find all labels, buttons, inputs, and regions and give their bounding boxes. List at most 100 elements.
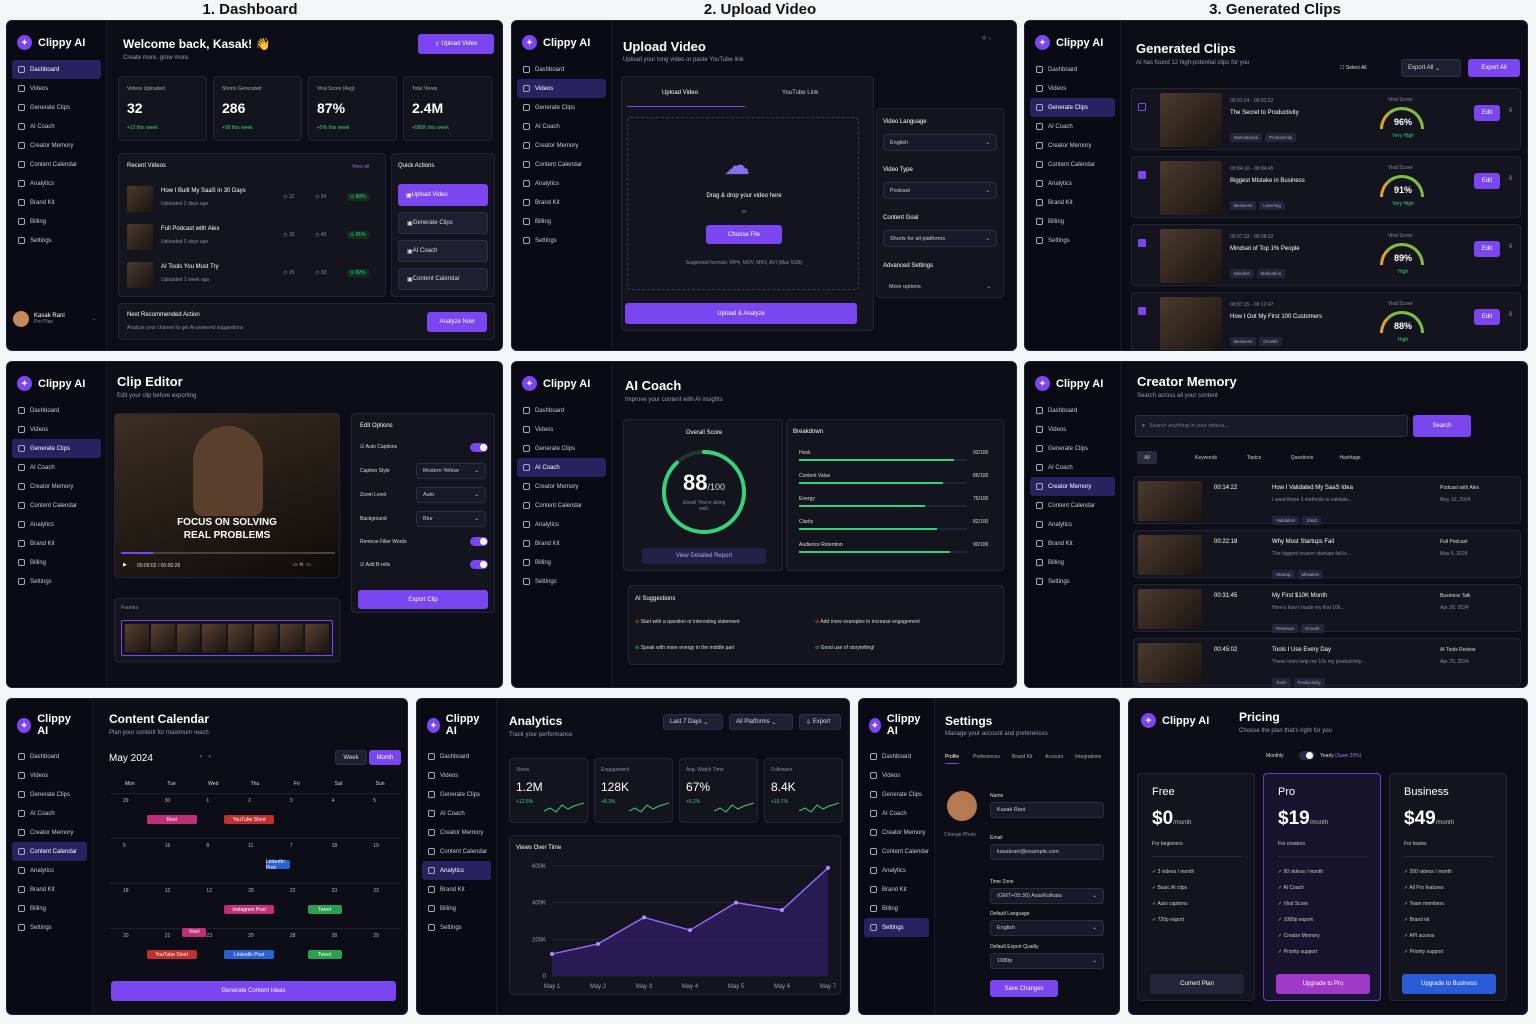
data-point[interactable] — [688, 928, 692, 933]
sidebar-item-dashboard[interactable]: Dashboard — [12, 747, 87, 766]
calendar-day[interactable]: 12 — [150, 883, 193, 928]
month-nav-icons[interactable]: ‹ › — [200, 754, 211, 760]
change-photo-link[interactable]: Change Photo — [944, 832, 976, 838]
event-youtube-short[interactable]: YouTube Short — [224, 815, 275, 824]
sidebar-item-creator-memory[interactable]: Creator Memory — [1030, 477, 1115, 496]
edit-button[interactable]: Edit — [1474, 241, 1500, 257]
calendar-day[interactable]: 8 — [192, 838, 235, 883]
data-point[interactable] — [826, 865, 830, 870]
sidebar-item-videos[interactable]: Videos — [12, 79, 101, 98]
filter-questions[interactable]: Questions — [1281, 451, 1323, 464]
sidebar-item-ai-coach[interactable]: AI Coach — [1030, 117, 1115, 136]
sidebar-item-ai-coach[interactable]: AI Coach — [422, 804, 491, 823]
sidebar-item-dashboard[interactable]: Dashboard — [864, 747, 929, 766]
user-card[interactable]: Kasak Rani Pro Plan ⌄ — [13, 311, 96, 327]
table-row[interactable]: AI Tools You Must Try Uploaded 1 week ago… — [127, 260, 379, 290]
sidebar-item-dashboard[interactable]: Dashboard — [517, 401, 606, 420]
data-point[interactable] — [550, 952, 554, 956]
sidebar-item-analytics[interactable]: Analytics — [1030, 515, 1115, 534]
calendar-day[interactable]: 3 — [275, 793, 318, 838]
memory-item[interactable]: 00:31:45 My First $10K Month Here's how I … — [1133, 584, 1521, 633]
video-language-select[interactable]: English ⌄ — [883, 134, 997, 151]
video-type-select[interactable]: Podcast ⌄ — [883, 182, 997, 199]
clip-checkbox[interactable] — [1138, 171, 1146, 179]
email-field[interactable]: kasakrani@example.com — [990, 844, 1104, 860]
sidebar-item-ai-coach[interactable]: AI Coach — [12, 804, 87, 823]
select-all[interactable]: ☐ Select All — [1340, 65, 1366, 71]
sidebar-item-creator-memory[interactable]: Creator Memory — [12, 136, 101, 155]
event-reel[interactable]: Reel — [182, 927, 207, 937]
sidebar-item-analytics[interactable]: Analytics — [517, 174, 606, 193]
sidebar-item-billing[interactable]: Billing — [422, 899, 491, 918]
sidebar-item-brand-kit[interactable]: Brand Kit — [12, 193, 101, 212]
sidebar-item-content-calendar[interactable]: Content Calendar — [517, 496, 606, 515]
sidebar-item-videos[interactable]: Videos — [422, 766, 491, 785]
sidebar-item-settings[interactable]: Settings — [1030, 572, 1115, 591]
sidebar-item-content-calendar[interactable]: Content Calendar — [12, 842, 87, 861]
clip-card[interactable]: 00:04:10 - 00:04:45 Biggest Mistake in Bu… — [1131, 156, 1521, 218]
sidebar-item-billing[interactable]: Billing — [517, 553, 606, 572]
upload-video-button[interactable]: ⇪ Upload Video — [418, 34, 494, 54]
sidebar-item-ai-coach[interactable]: AI Coach — [864, 804, 929, 823]
sidebar-item-brand-kit[interactable]: Brand Kit — [12, 534, 101, 553]
export-all-dropdown[interactable]: Export All ⌄ — [1401, 59, 1461, 77]
memory-item[interactable]: 00:14:22 How I Validated My SaaS Idea I us… — [1133, 476, 1521, 525]
tab-brand-kit[interactable]: Brand Kit — [1012, 754, 1033, 763]
clip-checkbox[interactable] — [1138, 103, 1146, 111]
sidebar-item-creator-memory[interactable]: Creator Memory — [517, 136, 606, 155]
caption-style-select[interactable]: Modern Yellow ⌄ — [416, 463, 486, 479]
sidebar-item-settings[interactable]: Settings — [12, 918, 87, 937]
sidebar-item-creator-memory[interactable]: Creator Memory — [422, 823, 491, 842]
plan-button-current-plan[interactable]: Current Plan — [1150, 974, 1244, 994]
upload-analyze-button[interactable]: Upload & Analyze — [625, 303, 857, 324]
frame-strip[interactable] — [121, 620, 333, 656]
download-icon[interactable]: ⇩ — [1508, 243, 1513, 250]
clip-checkbox[interactable] — [1138, 239, 1146, 247]
sidebar-item-brand-kit[interactable]: Brand Kit — [1030, 534, 1115, 553]
sidebar-item-settings[interactable]: Settings — [517, 231, 606, 250]
platform-dropdown[interactable]: All Platforms ⌄ — [729, 714, 793, 730]
search-input[interactable]: ⌕ Search anything in your videos... — [1135, 415, 1408, 437]
sidebar-item-dashboard[interactable]: Dashboard — [517, 60, 606, 79]
plan-button-upgrade-to-pro[interactable]: Upgrade to Pro — [1276, 974, 1370, 994]
sidebar-item-billing[interactable]: Billing — [1030, 553, 1115, 572]
auto-captions-toggle[interactable] — [470, 443, 488, 452]
download-icon[interactable]: ⇩ — [1508, 311, 1513, 318]
sidebar-item-settings[interactable]: Settings — [864, 918, 929, 937]
play-icon[interactable]: ▶ — [123, 562, 127, 568]
tab-upload-video[interactable]: Upload Video — [662, 90, 698, 96]
sidebar-item-billing[interactable]: Billing — [1030, 212, 1115, 231]
player-controls[interactable]: ▭ ⟲ ▭ — [293, 562, 311, 568]
calendar-day[interactable]: 5 — [109, 838, 151, 883]
sidebar-item-settings[interactable]: Settings — [422, 918, 491, 937]
content-goal-select[interactable]: Shorts for all platforms ⌄ — [883, 230, 997, 247]
export-button[interactable]: ⇩ Export — [799, 714, 841, 730]
edit-button[interactable]: Edit — [1474, 309, 1500, 325]
generate-ideas-button[interactable]: Generate Content Ideas — [111, 981, 396, 1001]
filter-keywords[interactable]: Keywords — [1185, 451, 1227, 464]
event-linkedin-post[interactable]: LinkedIn Post — [224, 950, 275, 959]
sidebar-item-generate-clips[interactable]: Generate Clips — [1030, 98, 1115, 117]
sidebar-item-ai-coach[interactable]: AI Coach — [1030, 458, 1115, 477]
clip-card[interactable]: 00:07:15 - 00:12:47 How I Got My First 10… — [1131, 292, 1521, 350]
sidebar-item-content-calendar[interactable]: Content Calendar — [864, 842, 929, 861]
default-export-quality-field[interactable]: 1080p ⌄ — [990, 953, 1104, 969]
tab-youtube-link[interactable]: YouTube Link — [782, 90, 818, 96]
view-all-link[interactable]: View all — [352, 164, 369, 170]
zoom-level-select[interactable]: Auto ⌄ — [416, 487, 486, 503]
sidebar-item-creator-memory[interactable]: Creator Memory — [12, 477, 101, 496]
sidebar-item-dashboard[interactable]: Dashboard — [422, 747, 491, 766]
clip-card[interactable]: 00:01:24 - 00:01:52 The Secret to Product… — [1131, 88, 1521, 150]
sidebar-item-generate-clips[interactable]: Generate Clips — [1030, 439, 1115, 458]
quick-generate-clips-button[interactable]: ▣ Generate Clips — [398, 212, 488, 234]
sidebar-item-generate-clips[interactable]: Generate Clips — [517, 439, 606, 458]
analyze-now-button[interactable]: Analyze Now — [427, 312, 487, 332]
sidebar-item-generate-clips[interactable]: Generate Clips — [12, 98, 101, 117]
search-button[interactable]: Search — [1413, 415, 1471, 437]
sidebar-item-billing[interactable]: Billing — [864, 899, 929, 918]
tab-account[interactable]: Account — [1045, 754, 1063, 763]
sidebar-item-dashboard[interactable]: Dashboard — [12, 401, 101, 420]
calendar-day[interactable]: 16 — [150, 838, 193, 883]
calendar-day[interactable]: 23 — [359, 883, 401, 928]
filler-toggle[interactable] — [470, 537, 488, 546]
